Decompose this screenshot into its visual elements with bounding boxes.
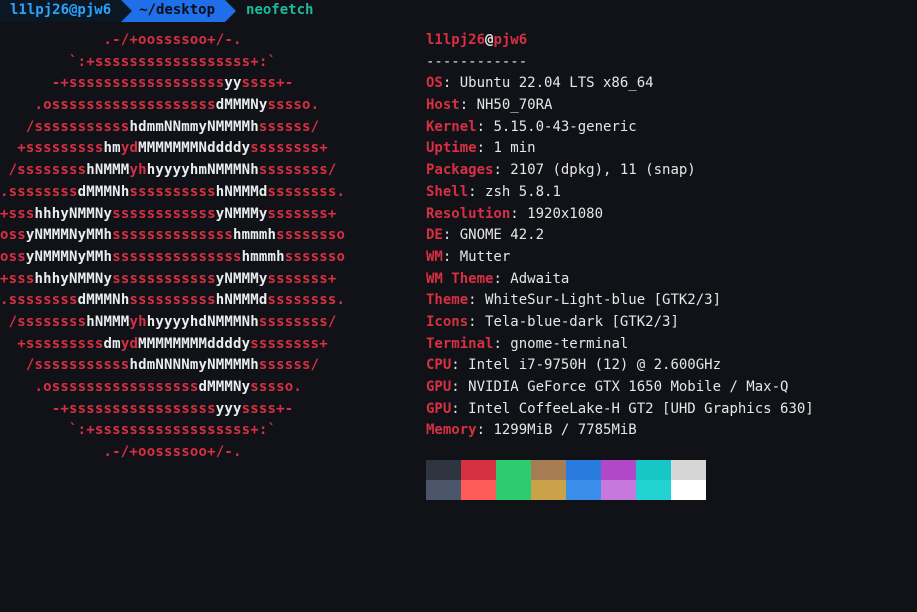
system-info: l1lpj26@pjw6 ------------ OS: Ubuntu 22.… <box>420 30 814 500</box>
info-key: Theme <box>426 292 468 308</box>
prompt-line[interactable]: l1lpj26@pjw6 ~/desktop neofetch <box>0 0 917 22</box>
info-field: Shell: zsh 5.8.1 <box>426 182 814 204</box>
info-colon: : <box>460 97 477 113</box>
prompt-path-segment: ~/desktop <box>121 0 225 22</box>
info-value: Ubuntu 22.04 LTS x86_64 <box>460 75 654 91</box>
info-colon: : <box>443 227 460 243</box>
info-value: zsh 5.8.1 <box>485 184 561 200</box>
color-swatch <box>671 480 706 500</box>
color-swatch <box>636 460 671 480</box>
info-value: WhiteSur-Light-blue [GTK2/3] <box>485 292 721 308</box>
info-value: 5.15.0-43-generic <box>493 119 636 135</box>
info-colon: : <box>451 401 468 417</box>
color-swatch <box>566 480 601 500</box>
info-colon: : <box>451 357 468 373</box>
info-colon: : <box>468 292 485 308</box>
info-colon: : <box>443 75 460 91</box>
color-swatch <box>461 480 496 500</box>
color-swatch <box>496 480 531 500</box>
info-colon: : <box>468 314 485 330</box>
info-key: Uptime <box>426 140 477 156</box>
info-colon: : <box>477 140 494 156</box>
info-key: Shell <box>426 184 468 200</box>
info-field: Theme: WhiteSur-Light-blue [GTK2/3] <box>426 290 814 312</box>
info-colon: : <box>510 206 527 222</box>
info-value: Mutter <box>460 249 511 265</box>
info-field: CPU: Intel i7-9750H (12) @ 2.600GHz <box>426 355 814 377</box>
info-field: Kernel: 5.15.0-43-generic <box>426 117 814 139</box>
info-colon: : <box>477 422 494 438</box>
color-swatch <box>601 480 636 500</box>
info-colon: : <box>477 119 494 135</box>
command-text: neofetch <box>246 0 313 22</box>
color-swatch <box>531 480 566 500</box>
color-swatches <box>426 460 706 500</box>
color-swatch <box>531 460 566 480</box>
info-key: GPU <box>426 401 451 417</box>
info-key: DE <box>426 227 443 243</box>
info-field: GPU: NVIDIA GeForce GTX 1650 Mobile / Ma… <box>426 377 814 399</box>
info-key: Resolution <box>426 206 510 222</box>
info-field: Icons: Tela-blue-dark [GTK2/3] <box>426 312 814 334</box>
info-value: GNOME 42.2 <box>460 227 544 243</box>
info-field: Packages: 2107 (dpkg), 11 (snap) <box>426 160 814 182</box>
info-value: Intel i7-9750H (12) @ 2.600GHz <box>468 357 721 373</box>
info-colon: : <box>493 271 510 287</box>
info-field: WM Theme: Adwaita <box>426 269 814 291</box>
info-field: Uptime: 1 min <box>426 138 814 160</box>
info-value: Tela-blue-dark [GTK2/3] <box>485 314 679 330</box>
info-colon: : <box>493 336 510 352</box>
info-value: NVIDIA GeForce GTX 1650 Mobile / Max-Q <box>468 379 788 395</box>
info-field: DE: GNOME 42.2 <box>426 225 814 247</box>
info-field: GPU: Intel CoffeeLake-H GT2 [UHD Graphic… <box>426 399 814 421</box>
color-swatch <box>566 460 601 480</box>
info-user: l1lpj26 <box>426 32 485 48</box>
info-field: WM: Mutter <box>426 247 814 269</box>
info-value: NH50_70RA <box>477 97 553 113</box>
prompt-arrow-icon <box>121 0 132 22</box>
info-value: Adwaita <box>510 271 569 287</box>
info-field: Host: NH50_70RA <box>426 95 814 117</box>
info-key: WM <box>426 249 443 265</box>
info-colon: : <box>451 379 468 395</box>
color-swatch <box>671 460 706 480</box>
info-field: Memory: 1299MiB / 7785MiB <box>426 420 814 442</box>
info-key: CPU <box>426 357 451 373</box>
color-swatch <box>461 460 496 480</box>
info-field: Terminal: gnome-terminal <box>426 334 814 356</box>
color-swatch <box>601 460 636 480</box>
info-colon: : <box>493 162 510 178</box>
prompt-user-segment: l1lpj26@pjw6 <box>0 0 121 22</box>
info-value: Intel CoffeeLake-H GT2 [UHD Graphics 630… <box>468 401 814 417</box>
info-field: Resolution: 1920x1080 <box>426 204 814 226</box>
info-value: gnome-terminal <box>510 336 628 352</box>
info-colon: : <box>468 184 485 200</box>
color-swatch <box>426 480 461 500</box>
color-swatch <box>426 460 461 480</box>
info-value: 1920x1080 <box>527 206 603 222</box>
info-key: Icons <box>426 314 468 330</box>
info-key: Packages <box>426 162 493 178</box>
info-colon: : <box>443 249 460 265</box>
info-value: 1299MiB / 7785MiB <box>493 422 636 438</box>
info-key: GPU <box>426 379 451 395</box>
info-field: OS: Ubuntu 22.04 LTS x86_64 <box>426 73 814 95</box>
ascii-logo: .-/+oossssoo+/-. `:+ssssssssssssssssss+:… <box>0 30 420 500</box>
info-separator: ------------ <box>426 52 814 74</box>
info-header: l1lpj26@pjw6 <box>426 30 814 52</box>
info-value: 2107 (dpkg), 11 (snap) <box>510 162 695 178</box>
info-value: 1 min <box>493 140 535 156</box>
info-key: Kernel <box>426 119 477 135</box>
info-key: Memory <box>426 422 477 438</box>
color-swatch <box>496 460 531 480</box>
info-key: Host <box>426 97 460 113</box>
color-swatch <box>636 480 671 500</box>
prompt-arrow-icon <box>225 0 236 22</box>
info-key: OS <box>426 75 443 91</box>
info-key: Terminal <box>426 336 493 352</box>
info-key: WM Theme <box>426 271 493 287</box>
terminal[interactable]: l1lpj26@pjw6 ~/desktop neofetch .-/+ooss… <box>0 0 917 500</box>
info-host: pjw6 <box>493 32 527 48</box>
